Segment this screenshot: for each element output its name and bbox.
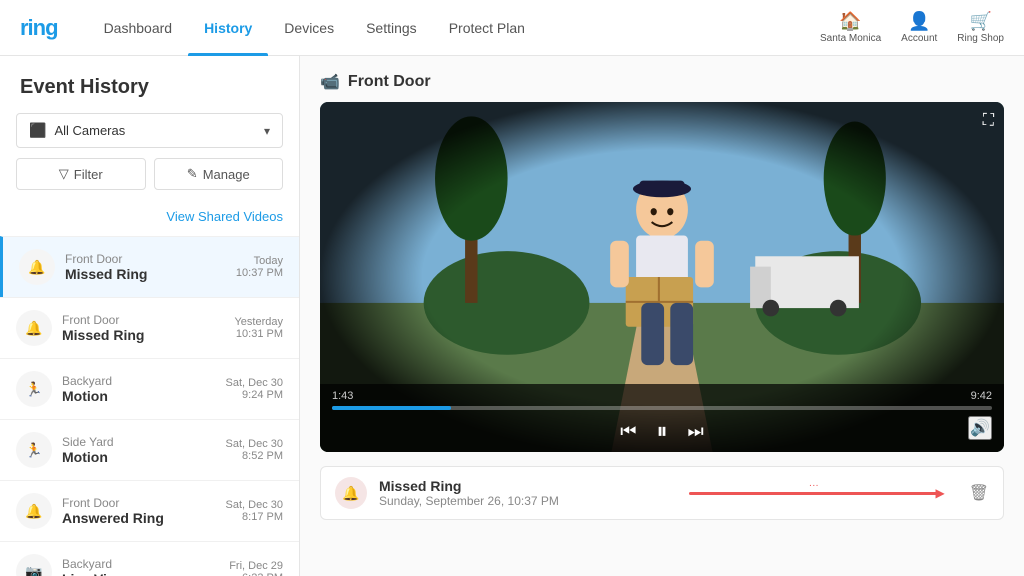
current-time: 1:43 [332,390,353,402]
skip-back-button[interactable]: ⏮ [620,421,636,442]
header-location[interactable]: 🏠 Santa Monica [820,11,881,44]
nav-settings[interactable]: Settings [350,0,433,56]
header-actions: 🏠 Santa Monica 👤 Account 🛒 Ring Shop [820,11,1004,44]
filter-icon: ▽ [59,166,69,182]
logo-text: ring [20,15,58,40]
event-info-2: Backyard Motion [62,374,226,404]
event-info-3: Side Yard Motion [62,435,226,465]
filter-button[interactable]: ▽ Filter [16,158,146,190]
logo: ring [20,15,58,41]
event-item-4[interactable]: 🔔 Front Door Answered Ring Sat, Dec 30 8… [0,480,299,541]
view-shared: View Shared Videos [0,204,299,236]
event-time-0: Today 10:37 PM [236,255,283,279]
nav-dashboard[interactable]: Dashboard [88,0,189,56]
main-layout: Event History ⬛ All Cameras ▾ ▽ Filter ✎… [0,56,1024,576]
view-shared-link[interactable]: View Shared Videos [166,209,283,224]
progress-bar[interactable] [332,406,992,410]
account-icon: 👤 [908,11,930,32]
total-time: 9:42 [971,390,992,402]
event-info-5: Backyard Live View [62,557,229,576]
shop-icon: 🛒 [969,11,991,32]
header-ring-shop[interactable]: 🛒 Ring Shop [957,11,1004,44]
main-nav: Dashboard History Devices Settings Prote… [88,0,820,56]
event-icon-0: 🔔 [19,249,55,285]
event-icon-3: 🏃 [16,432,52,468]
nav-devices[interactable]: Devices [268,0,350,56]
nav-protect-plan[interactable]: Protect Plan [433,0,541,56]
playback-controls: ⏮ ⏸ ⏭ [332,418,992,444]
header-account[interactable]: 👤 Account [901,11,937,44]
content-header: 📹 Front Door [320,72,1004,92]
sidebar-title: Event History [0,56,299,113]
event-item-5[interactable]: 📷 Backyard Live View Fri, Dec 29 6:23 PM [0,541,299,576]
camera-select[interactable]: ⬛ All Cameras ▾ [16,113,283,148]
camera-icon: ⬛ [29,122,46,139]
event-time-1: Yesterday 10:31 PM [234,316,283,340]
sidebar-controls: ⬛ All Cameras ▾ ▽ Filter ✎ Manage [0,113,299,204]
expand-button[interactable]: ⛶ [983,112,994,130]
chevron-down-icon: ▾ [264,124,270,138]
event-item-1[interactable]: 🔔 Front Door Missed Ring Yesterday 10:31… [0,297,299,358]
event-time-2: Sat, Dec 30 9:24 PM [226,377,283,401]
event-time-4: Sat, Dec 30 8:17 PM [226,499,283,523]
event-bar-details: Missed Ring Sunday, September 26, 10:37 … [379,478,669,508]
event-info-0: Front Door Missed Ring [65,252,236,282]
volume-button[interactable]: 🔊 [968,416,992,440]
device-title: Front Door [348,73,431,91]
delete-button[interactable]: 🗑 [969,483,989,503]
progress-fill [332,406,451,410]
skip-forward-button[interactable]: ⏭ [688,421,704,442]
video-controls: 1:43 9:42 ⏮ ⏸ ⏭ 🔊 [320,384,1004,452]
event-info-4: Front Door Answered Ring [62,496,226,526]
action-row: ▽ Filter ✎ Manage [16,158,283,190]
sidebar: Event History ⬛ All Cameras ▾ ▽ Filter ✎… [0,56,300,576]
doorbell-icon: 📹 [320,72,340,92]
event-share-area: ▶ ··· [669,492,959,495]
manage-button[interactable]: ✎ Manage [154,158,284,190]
event-info-1: Front Door Missed Ring [62,313,234,343]
event-icon-4: 🔔 [16,493,52,529]
event-bar-icon: 🔔 [335,477,367,509]
event-icon-1: 🔔 [16,310,52,346]
event-time-5: Fri, Dec 29 6:23 PM [229,560,283,576]
content-area: 📹 Front Door [300,56,1024,576]
event-icon-5: 📷 [16,554,52,576]
home-icon: 🏠 [839,11,861,32]
header: ring Dashboard History Devices Settings … [0,0,1024,56]
event-item-3[interactable]: 🏃 Side Yard Motion Sat, Dec 30 8:52 PM [0,419,299,480]
event-item-0[interactable]: 🔔 Front Door Missed Ring Today 10:37 PM [0,236,299,297]
play-pause-button[interactable]: ⏸ [656,418,667,444]
event-time-3: Sat, Dec 30 8:52 PM [226,438,283,462]
nav-history[interactable]: History [188,0,268,56]
event-item-2[interactable]: 🏃 Backyard Motion Sat, Dec 30 9:24 PM [0,358,299,419]
video-player: ⛶ 1:43 9:42 ⏮ ⏸ ⏭ 🔊 [320,102,1004,452]
event-icon-2: 🏃 [16,371,52,407]
manage-icon: ✎ [187,166,198,182]
event-info-bar: 🔔 Missed Ring Sunday, September 26, 10:3… [320,466,1004,520]
